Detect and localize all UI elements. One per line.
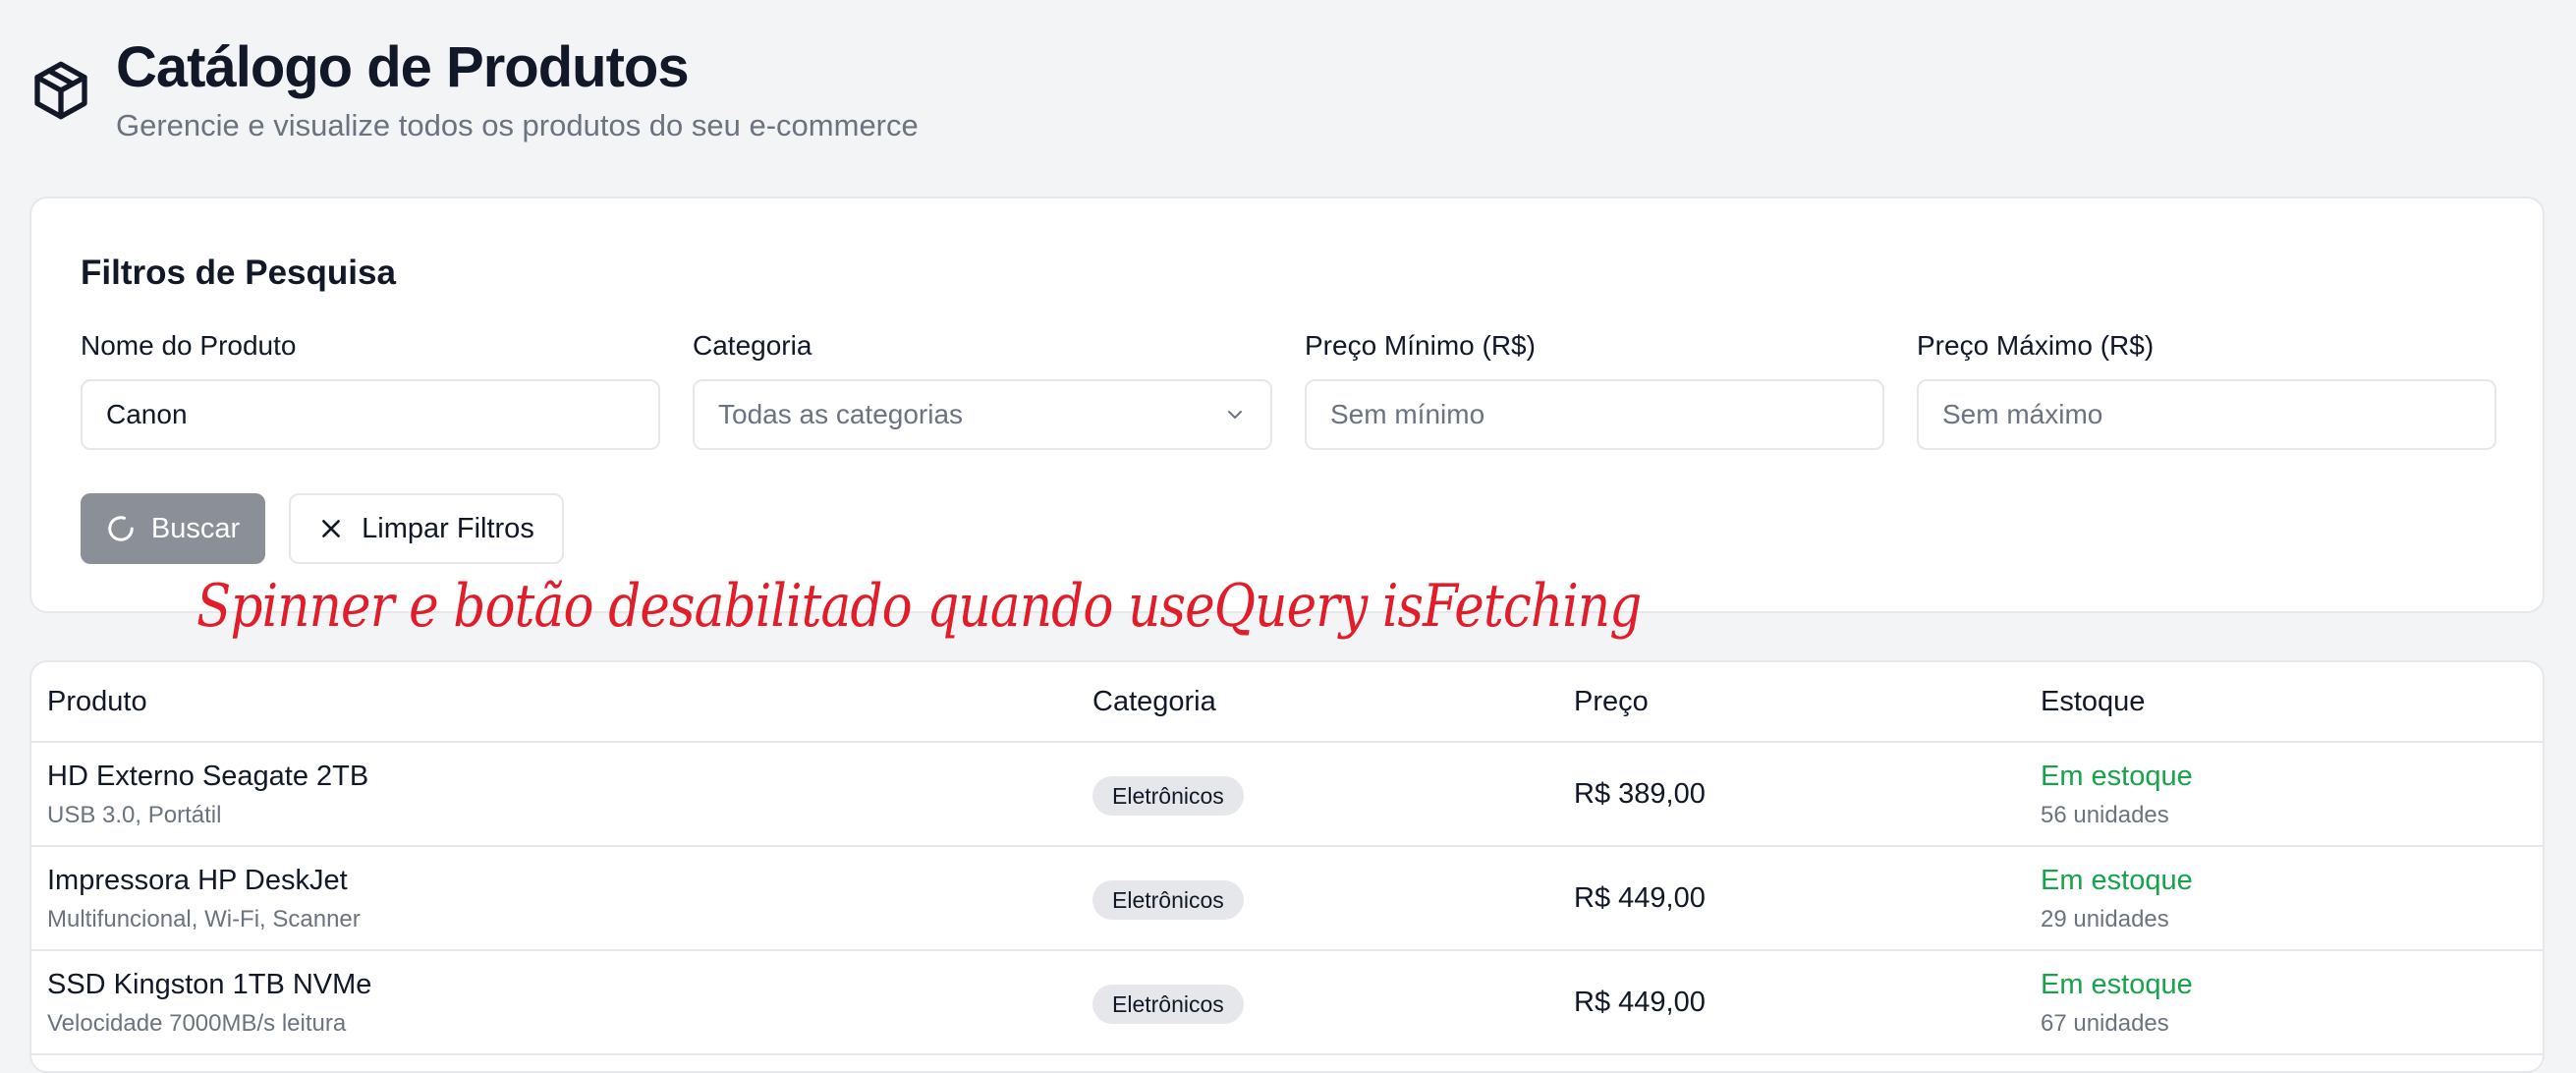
product-name-field: Nome do Produto Canon (81, 330, 660, 450)
products-table: Produto Categoria Preço Estoque HD Exter… (29, 660, 2545, 1073)
min-price-label: Preço Mínimo (R$) (1305, 330, 1536, 361)
product-price: R$ 389,00 (1574, 778, 1706, 810)
filters-title: Filtros de Pesquisa (81, 254, 396, 292)
package-icon (34, 61, 87, 120)
product-description: USB 3.0, Portátil (47, 802, 222, 828)
product-price: R$ 449,00 (1574, 987, 1706, 1018)
category-select-value: Todas as categorias (718, 399, 964, 429)
header-stock: Estoque (2041, 686, 2146, 717)
category-label: Categoria (693, 330, 812, 361)
clear-filters-label: Limpar Filtros (362, 512, 534, 544)
max-price-field: Preço Máximo (R$) Sem máximo (1917, 330, 2496, 450)
category-select[interactable]: Todas as categorias (693, 379, 1272, 450)
stock-units: 67 unidades (2041, 1010, 2169, 1037)
product-name-label: Nome do Produto (81, 330, 297, 361)
stock-status: Em estoque (2041, 761, 2193, 792)
header-product: Produto (47, 686, 147, 717)
product-description: Multifuncional, Wi-Fi, Scanner (47, 906, 361, 932)
header-price: Preço (1574, 686, 1649, 717)
annotation-note: Spinner e botão desabilitado quando useQ… (196, 572, 1642, 641)
min-price-field: Preço Mínimo (R$) Sem mínimo (1305, 330, 1884, 450)
max-price-label: Preço Máximo (R$) (1917, 330, 2155, 361)
page-title: Catálogo de Produtos (116, 35, 690, 99)
min-price-input[interactable]: Sem mínimo (1305, 379, 1884, 450)
search-button-label: Buscar (150, 512, 241, 544)
page-header: Catálogo de Produtos Gerencie e visualiz… (29, 33, 919, 143)
clear-filters-button[interactable]: Limpar Filtros (289, 493, 564, 564)
table-header: Produto Categoria Preço Estoque (31, 662, 2543, 743)
category-badge: Eletrônicos (1092, 776, 1244, 816)
category-badge: Eletrônicos (1092, 985, 1244, 1024)
table-row: Impressora HP DeskJet Multifuncional, Wi… (31, 847, 2543, 951)
product-name-input[interactable]: Canon (81, 379, 660, 450)
stock-status: Em estoque (2041, 969, 2193, 1000)
category-badge: Eletrônicos (1092, 880, 1244, 920)
search-button[interactable]: Buscar (81, 493, 265, 564)
product-name: SSD Kingston 1TB NVMe (47, 969, 372, 1000)
product-price: R$ 449,00 (1574, 882, 1706, 914)
stock-units: 56 unidades (2041, 802, 2169, 828)
chevron-down-icon (1228, 411, 1242, 420)
header-category: Categoria (1092, 686, 1216, 717)
filters-card: Filtros de Pesquisa Nome do Produto Cano… (29, 197, 2545, 613)
close-icon (322, 520, 341, 537)
spinner-icon (108, 516, 134, 541)
product-name: Impressora HP DeskJet (47, 865, 348, 896)
category-field: Categoria Todas as categorias (693, 330, 1272, 450)
page-subtitle: Gerencie e visualize todos os produtos d… (116, 108, 919, 142)
stock-units: 29 unidades (2041, 906, 2169, 932)
stock-status: Em estoque (2041, 865, 2193, 896)
table-row: SSD Kingston 1TB NVMe Velocidade 7000MB/… (31, 951, 2543, 1055)
table-row: HD Externo Seagate 2TB USB 3.0, Portátil… (31, 743, 2543, 847)
product-name: HD Externo Seagate 2TB (47, 761, 369, 792)
product-description: Velocidade 7000MB/s leitura (47, 1010, 347, 1037)
max-price-input[interactable]: Sem máximo (1917, 379, 2496, 450)
